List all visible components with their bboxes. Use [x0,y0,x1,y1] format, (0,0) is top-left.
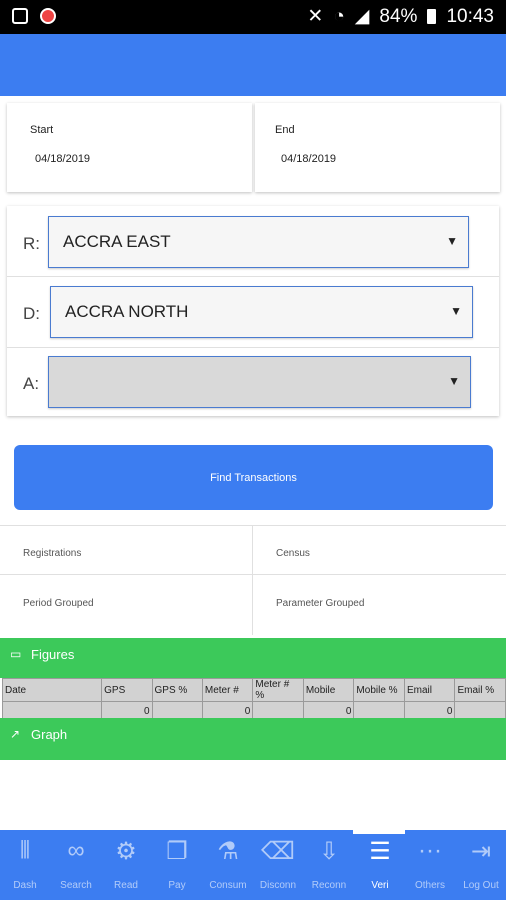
glasses-icon: ∞ [67,837,85,864]
wifi-icon: ◔ [333,5,345,27]
nav-label: Pay [168,880,186,891]
start-date-card[interactable]: Start 04/18/2019 [7,103,252,192]
nav-label: Search [60,880,92,891]
nav-label: Log Out [463,880,499,891]
nav-label: Veri [371,880,389,891]
column-header: Email % [454,678,506,702]
nav-label: Consum [209,880,247,891]
calendar-icon: ▭ [10,647,22,661]
nav-others[interactable]: ··· Others [405,830,455,900]
nav-veri[interactable]: ☰ Veri [355,830,405,900]
district-value: ACCRA NORTH [65,302,189,321]
column-header: Date [1,678,103,702]
nav-search[interactable]: ∞ Search [51,830,101,900]
divider [7,347,499,348]
graph-title: Graph [31,727,68,742]
parameter-grouped-option[interactable]: Parameter Grouped [276,598,364,609]
nav-logout[interactable]: ⇥ Log Out [456,830,506,900]
divider [0,574,506,575]
status-bar: ✕ ◔ ◢ 84% 10:43 [0,0,506,34]
census-option[interactable]: Census [276,548,310,559]
district-select[interactable]: ACCRA NORTH ▼ [50,286,473,338]
end-date-value[interactable]: 04/18/2019 [281,153,336,165]
divider [7,276,499,277]
gallery-notification-icon [12,8,28,24]
signal-icon: ◢ [354,6,370,27]
nav-consum[interactable]: ⚗ Consum [203,830,253,900]
nav-reconn[interactable]: ⇩ Reconn [304,830,354,900]
chevron-down-icon: ▼ [448,374,460,388]
filters-card: R: ACCRA EAST ▼ D: ACCRA NORTH ▼ A: ▼ [7,206,499,416]
document-icon: ❐ [166,837,188,865]
area-select[interactable]: ▼ [48,356,471,408]
find-transactions-button[interactable]: Find Transactions [14,445,493,510]
flask-icon: ⚗ [217,837,239,865]
start-date-value[interactable]: 04/18/2019 [35,153,90,165]
trending-up-icon: ↗ [10,727,21,741]
nav-disconn[interactable]: ⌫ Disconn [253,830,303,900]
nav-label: Reconn [311,880,347,891]
chevron-down-icon: ▼ [450,304,462,318]
region-value: ACCRA EAST [63,232,171,251]
nav-pay[interactable]: ❐ Pay [152,830,202,900]
clock: 10:43 [446,5,494,27]
column-header: GPS % [151,678,203,702]
nav-label: Others [414,880,445,891]
logout-icon: ⇥ [470,837,492,865]
app-bar [0,34,506,96]
end-date-card[interactable]: End 04/18/2019 [255,103,500,192]
download-icon: ⇩ [318,837,340,865]
column-header: Email [403,678,456,702]
nav-label: Disconn [259,880,297,891]
end-label: End [275,124,295,136]
mute-icon: ✕ [307,6,324,27]
start-label: Start [30,124,54,136]
region-select[interactable]: ACCRA EAST ▼ [48,216,469,268]
barcode-icon: ⦀ [19,837,31,864]
column-header: Meter # [201,678,254,702]
nav-label: Read [114,880,138,891]
district-label: D: [23,304,40,323]
gear-icon: ⚙ [115,837,137,865]
column-header: Meter # % [252,678,304,702]
table-header-row: Date GPS GPS % Meter # Meter # % Mobile … [1,678,506,702]
backspace-icon: ⌫ [261,837,295,865]
nav-dash[interactable]: ⦀ Dash [0,830,50,900]
column-header: Mobile [302,678,355,702]
battery-icon [427,9,437,24]
active-tab-indicator [353,830,405,834]
chevron-down-icon: ▼ [446,234,458,248]
divider [0,525,506,526]
figures-title: Figures [31,647,75,662]
dots-icon: ··· [418,837,442,864]
app-notification-icon [40,8,56,24]
area-label: A: [23,374,40,393]
nav-read[interactable]: ⚙ Read [101,830,151,900]
battery-percent: 84% [379,5,418,27]
registrations-option[interactable]: Registrations [23,548,81,559]
graph-header[interactable]: ↗ Graph [0,718,506,760]
period-grouped-option[interactable]: Period Grouped [23,598,94,609]
region-label: R: [23,234,40,253]
column-header: Mobile % [353,678,405,702]
divider [252,525,253,635]
nav-label: Dash [13,880,37,891]
column-header: GPS [101,678,153,702]
list-icon: ☰ [369,837,391,865]
figures-header[interactable]: ▭ Figures [0,638,506,678]
bottom-nav: ⦀ Dash ∞ Search ⚙ Read ❐ Pay ⚗ Consum ⌫ … [0,830,506,900]
figures-table: Date GPS GPS % Meter # Meter # % Mobile … [1,678,506,721]
